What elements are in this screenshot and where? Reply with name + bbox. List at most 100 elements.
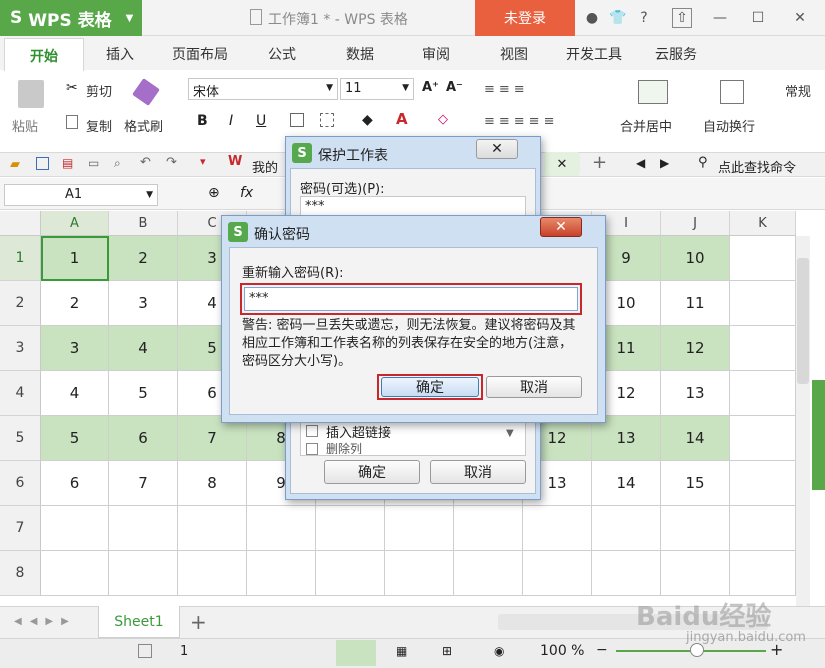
back-icon[interactable]: ◀ [636,156,645,170]
grid-cell[interactable]: 2 [41,281,109,326]
tab-cloud[interactable]: 云服务 [655,44,697,64]
protect-close-button[interactable]: ✕ [476,139,518,159]
grid-cell[interactable] [316,551,385,596]
tab-insert[interactable]: 插入 [106,44,134,64]
grid-cell[interactable] [592,506,661,551]
paste-button[interactable]: 粘贴 [12,116,38,135]
grid-cell[interactable] [454,506,523,551]
zoom-slider-thumb[interactable] [690,643,704,657]
customize-icon[interactable]: ▾ [200,155,206,168]
fill-color-icon[interactable]: ◆ [362,112,373,128]
row-header[interactable]: 8 [0,551,41,596]
grid-cell[interactable]: 13 [661,371,730,416]
add-sheet-icon[interactable]: + [190,610,207,634]
chevron-down-icon[interactable]: ▼ [506,428,514,439]
grid-cell[interactable]: 1 [41,236,109,281]
tab-close-icon[interactable]: ✕ [544,152,580,176]
grid-cell[interactable]: 3 [41,326,109,371]
grid-cell[interactable]: 14 [661,416,730,461]
sheet-nav-arrows-icon[interactable]: ◀◀▶▶ [14,616,77,627]
grid-cell[interactable] [730,461,796,506]
zoom-level[interactable]: 100 % [540,643,584,659]
paste-icon[interactable] [18,80,44,108]
grid-cell[interactable] [41,506,109,551]
horizontal-align-icons[interactable]: ≡≡≡≡≡ [484,114,558,129]
print-preview-icon[interactable]: ⌕ [114,156,121,171]
grid-cell[interactable]: 6 [109,416,178,461]
grid-cell[interactable] [523,551,592,596]
column-header[interactable]: K [730,211,796,236]
insert-hyperlink-checkbox[interactable] [306,425,318,437]
grid-cell[interactable] [41,551,109,596]
grid-cell[interactable]: 4 [41,371,109,416]
grid-cell[interactable]: 3 [109,281,178,326]
grid-cell[interactable]: 12 [661,326,730,371]
tab-review[interactable]: 审阅 [422,44,450,64]
undo-icon[interactable]: ↶ [140,155,151,170]
zoom-out-icon[interactable]: − [596,642,608,658]
tab-formulas[interactable]: 公式 [268,44,296,64]
protect-cancel-button[interactable]: 取消 [430,460,526,484]
grid-cell[interactable] [454,551,523,596]
grid-cell[interactable]: 7 [109,461,178,506]
font-color-icon[interactable]: A [396,110,408,128]
row-header[interactable]: 1 [0,236,41,281]
cut-button[interactable]: 剪切 [86,81,112,100]
grid-cell[interactable] [385,551,454,596]
side-panel-toggle[interactable] [812,380,825,490]
redo-icon[interactable]: ↷ [166,155,177,170]
tab-developer[interactable]: 开发工具 [566,44,622,64]
zoom-icon[interactable]: ⊕ [208,185,220,201]
grid-cell[interactable] [385,506,454,551]
row-header[interactable]: 4 [0,371,41,416]
grid-cell[interactable]: 11 [661,281,730,326]
grid-cell[interactable] [661,506,730,551]
minimize-icon[interactable]: — [710,8,730,28]
grid-cell[interactable] [523,506,592,551]
increase-font-icon[interactable]: A⁺ [422,80,439,95]
border-icon[interactable] [290,113,304,127]
grid-cell[interactable]: 4 [109,326,178,371]
format-painter-button[interactable]: 格式刷 [124,116,163,135]
merge-center-button[interactable]: 合并居中 [620,116,672,135]
pdf-icon[interactable]: ▤ [62,156,73,170]
grid-border-icon[interactable] [320,113,334,127]
grid-cell[interactable]: 8 [178,461,247,506]
confirm-password-input[interactable]: *** [244,287,578,311]
grid-cell[interactable] [730,326,796,371]
grid-cell[interactable] [730,416,796,461]
row-header[interactable]: 7 [0,506,41,551]
confirm-ok-button[interactable]: 确定 [381,377,479,397]
doc-tab-label[interactable]: 我的 [252,157,278,176]
delete-partial-checkbox[interactable] [306,443,318,455]
grid-cell[interactable] [661,551,730,596]
grid-cell[interactable] [730,371,796,416]
column-header[interactable]: J [661,211,730,236]
grid-cell[interactable] [178,506,247,551]
wrap-text-button[interactable]: 自动换行 [703,116,755,135]
column-header[interactable]: A [41,211,109,236]
grid-cell[interactable] [730,551,796,596]
bold-button[interactable]: B [197,113,208,129]
copy-button[interactable]: 复制 [86,116,112,135]
grid-cell[interactable] [730,236,796,281]
grid-cell[interactable] [730,506,796,551]
grid-cell[interactable]: 15 [661,461,730,506]
page-layout-view-icon[interactable]: ▦ [396,644,407,658]
function-button[interactable]: fx [240,185,253,201]
confirm-close-button[interactable]: ✕ [540,217,582,237]
grid-cell[interactable] [178,551,247,596]
underline-button[interactable]: U [256,113,266,129]
grid-cell[interactable] [730,281,796,326]
font-size-select[interactable]: 11 ▼ [340,78,414,100]
clear-format-icon[interactable]: ◇ [438,112,448,127]
app-menu-button[interactable]: S WPS 表格 ▼ [0,0,142,36]
name-box[interactable]: A1 ▼ [4,184,158,206]
grid-cell[interactable]: 5 [109,371,178,416]
vertical-align-icons[interactable]: ≡≡≡ [484,82,529,97]
grid-cell[interactable] [316,506,385,551]
minimize-ribbon-icon[interactable]: ⇧ [672,8,692,28]
reading-view-icon[interactable]: ◉ [494,644,504,658]
italic-button[interactable]: I [229,113,233,129]
grid-cell[interactable]: 6 [41,461,109,506]
